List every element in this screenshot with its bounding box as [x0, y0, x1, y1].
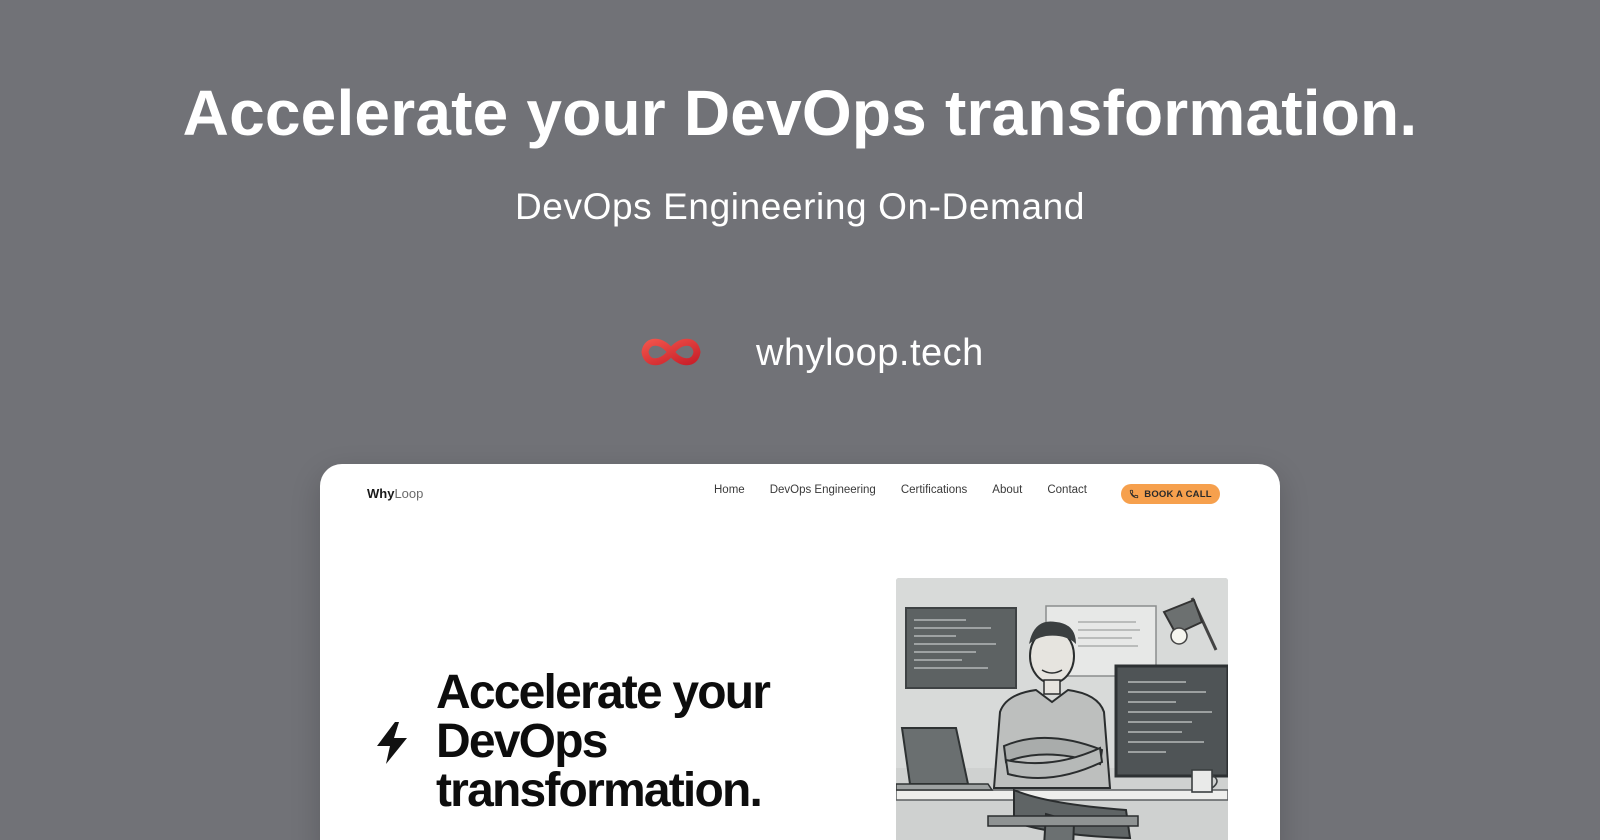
book-a-call-label: BOOK A CALL: [1144, 488, 1212, 500]
brand-row: whyloop.tech: [0, 328, 1600, 384]
site-url[interactable]: whyloop.tech: [756, 332, 984, 375]
nav-devops-engineering[interactable]: DevOps Engineering: [770, 484, 876, 496]
site-headline-line-3: transformation.: [436, 764, 763, 817]
nav-certifications[interactable]: Certifications: [901, 484, 967, 496]
site-headline-line-2: DevOps: [436, 715, 608, 768]
infinity-loop-icon: [641, 338, 701, 366]
nav-home[interactable]: Home: [714, 484, 745, 496]
developer-illustration: [896, 578, 1228, 840]
site-headline: Accelerate your DevOps transformation.: [436, 668, 836, 815]
nav-about[interactable]: About: [992, 484, 1022, 496]
book-a-call-button[interactable]: BOOK A CALL: [1121, 484, 1220, 504]
website-preview: WhyLoop Home DevOps Engineering Certific…: [320, 464, 1280, 840]
nav-contact[interactable]: Contact: [1047, 484, 1087, 496]
hero-illustration: [896, 578, 1228, 840]
page-title: Accelerate your DevOps transformation.: [182, 77, 1418, 149]
site-logo-light: Loop: [394, 486, 424, 501]
site-logo[interactable]: WhyLoop: [367, 486, 423, 501]
site-nav: Home DevOps Engineering Certifications A…: [714, 484, 1112, 496]
site-headline-line-1: Accelerate your: [436, 666, 771, 719]
page-subtitle: DevOps Engineering On-Demand: [514, 186, 1086, 227]
site-logo-bold: Why: [367, 486, 395, 501]
lightning-bolt-icon: [377, 722, 407, 764]
phone-icon: [1130, 489, 1139, 499]
